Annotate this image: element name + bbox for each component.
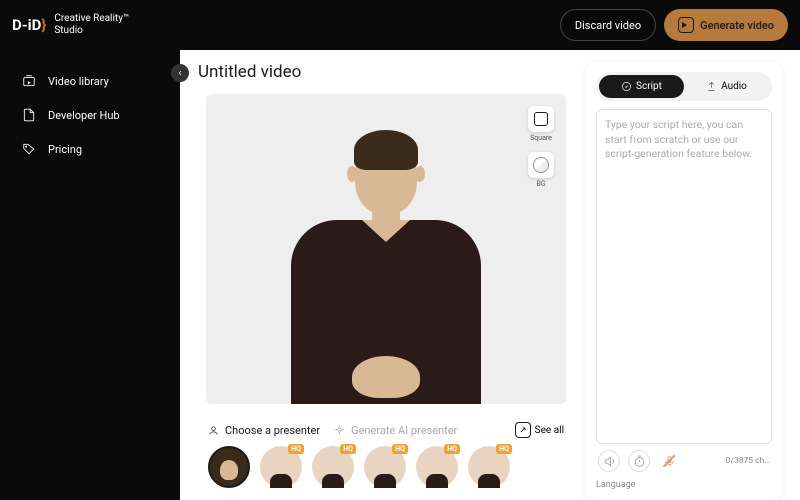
sidebar-item-pricing[interactable]: Pricing — [0, 132, 180, 166]
hq-badge: HQ — [392, 444, 408, 454]
workarea: Untitled video Square — [180, 50, 800, 500]
presenter-avatar[interactable]: HQ — [364, 446, 406, 488]
sidebar: ‹ Video library Developer Hub Pricing — [0, 50, 180, 500]
square-icon — [534, 112, 548, 126]
presenter-avatar[interactable] — [208, 446, 250, 488]
script-panel: Script Audio Type your script here, you … — [586, 62, 782, 500]
hq-badge: HQ — [444, 444, 460, 454]
sidebar-item-label: Pricing — [48, 143, 82, 156]
script-input[interactable]: Type your script here, you can start fro… — [596, 109, 772, 444]
see-all-label: See all — [535, 425, 564, 436]
presenter-avatar[interactable]: HQ — [468, 446, 510, 488]
sidebar-item-developer-hub[interactable]: Developer Hub — [0, 98, 180, 132]
collapse-sidebar-button[interactable]: ‹ — [171, 64, 189, 82]
brand-logo: D-iD} Creative Reality™ Studio — [12, 13, 129, 37]
person-icon — [208, 425, 219, 436]
play-box-icon — [678, 17, 694, 33]
presenter-avatar[interactable]: HQ — [312, 446, 354, 488]
aspect-square-button[interactable]: Square — [528, 106, 554, 142]
hq-badge: HQ — [288, 444, 304, 454]
video-canvas: Square BG — [206, 94, 566, 404]
speaker-button[interactable] — [598, 450, 620, 472]
presenter-avatars: HQ HQ HQ HQ HQ — [208, 446, 564, 488]
see-all-button[interactable]: See all — [515, 422, 564, 438]
tab-script[interactable]: Script — [599, 75, 684, 98]
presenter-preview — [266, 114, 506, 404]
presenter-strip-header: Choose a presenter Generate AI presenter… — [208, 422, 564, 438]
sparkle-icon — [334, 425, 345, 436]
expand-icon — [515, 422, 531, 438]
generate-video-label: Generate video — [700, 19, 774, 32]
app-header: D-iD} Creative Reality™ Studio Discard v… — [0, 0, 800, 50]
tool-label: Square — [530, 134, 552, 142]
sidebar-item-label: Video library — [48, 75, 109, 88]
script-icon — [621, 81, 632, 92]
hq-badge: HQ — [496, 444, 512, 454]
presenter-strip: Choose a presenter Generate AI presenter… — [198, 414, 574, 488]
background-icon — [533, 157, 549, 173]
mic-icon — [663, 455, 676, 468]
hq-badge: HQ — [340, 444, 356, 454]
presenter-avatar[interactable]: HQ — [416, 446, 458, 488]
sidebar-item-video-library[interactable]: Video library — [0, 64, 180, 98]
presenter-avatar[interactable]: HQ — [260, 446, 302, 488]
video-title[interactable]: Untitled video — [198, 62, 574, 82]
canvas-tools: Square BG — [528, 106, 554, 188]
logo-text: Creative Reality™ Studio — [54, 13, 129, 37]
pricing-icon — [22, 142, 36, 156]
mic-mute-button[interactable] — [658, 450, 680, 472]
main-layout: ‹ Video library Developer Hub Pricing Un… — [0, 50, 800, 500]
speaker-icon — [603, 455, 616, 468]
header-actions: Discard video Generate video — [560, 9, 788, 41]
choose-presenter-tab[interactable]: Choose a presenter — [208, 424, 320, 437]
upload-icon — [706, 81, 717, 92]
logo-mark: D-iD} — [12, 16, 46, 34]
tab-script-label: Script — [636, 81, 662, 92]
language-label: Language — [596, 480, 772, 490]
panel-footer: 0/3875 ch… — [596, 444, 772, 474]
tab-audio[interactable]: Audio — [684, 75, 769, 98]
discard-video-button[interactable]: Discard video — [560, 9, 656, 41]
editor-column: Untitled video Square — [198, 62, 574, 500]
generate-video-button[interactable]: Generate video — [664, 9, 788, 41]
generate-presenter-label: Generate AI presenter — [351, 424, 457, 437]
generate-ai-presenter-tab[interactable]: Generate AI presenter — [334, 424, 457, 437]
tool-label: BG — [536, 180, 545, 188]
developer-hub-icon — [22, 108, 36, 122]
choose-presenter-label: Choose a presenter — [225, 424, 320, 437]
video-library-icon — [22, 74, 36, 88]
timer-icon — [633, 455, 646, 468]
background-button[interactable]: BG — [528, 152, 554, 188]
character-counter: 0/3875 ch… — [726, 456, 770, 466]
panel-tabs: Script Audio — [596, 72, 772, 101]
tab-audio-label: Audio — [721, 81, 747, 92]
timer-button[interactable] — [628, 450, 650, 472]
sidebar-item-label: Developer Hub — [48, 109, 120, 122]
